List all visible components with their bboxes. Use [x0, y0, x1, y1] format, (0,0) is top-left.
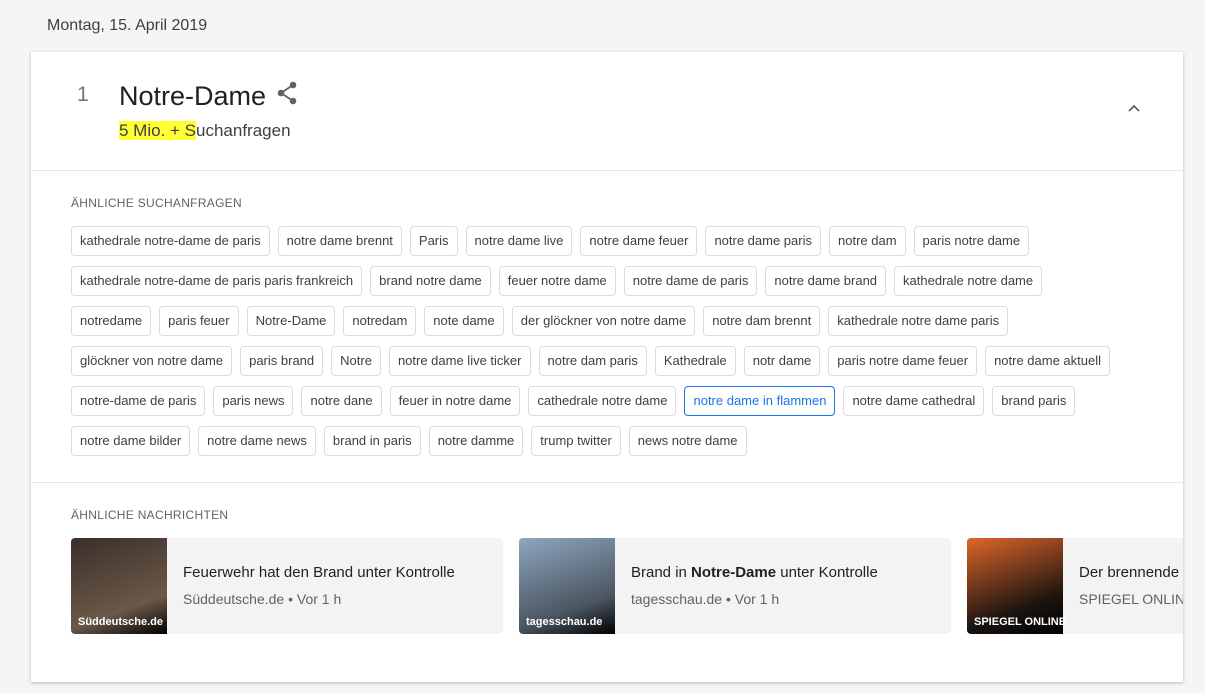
query-chip[interactable]: note dame	[424, 306, 504, 336]
query-chip[interactable]: kathedrale notre-dame de paris	[71, 226, 270, 256]
news-meta: tagesschau.de • Vor 1 h	[631, 591, 780, 607]
query-chip[interactable]: der glöckner von notre dame	[511, 306, 696, 336]
query-chip[interactable]: kathedrale notre-dame de paris paris fra…	[71, 266, 363, 296]
query-chip[interactable]: notre dame paris	[705, 226, 821, 256]
query-chip[interactable]: brand paris	[992, 386, 1076, 416]
query-chip[interactable]: feuer in notre dame	[389, 386, 521, 416]
trend-card: 1 Notre-Dame 5 Mio. + Suchanfragen ÄHNLI…	[31, 52, 1183, 682]
news-card[interactable]: tagesschau.de Brand in Notre-Dame unter K…	[519, 538, 951, 634]
query-chip[interactable]: notre dam	[829, 226, 906, 256]
query-chip[interactable]: paris notre dame	[913, 226, 1030, 256]
thumbnail-source: tagesschau.de	[526, 616, 603, 628]
query-chip[interactable]: notre dame brand	[765, 266, 887, 296]
query-chip[interactable]: notre dame in flammen	[684, 386, 836, 416]
date-heading: Montag, 15. April 2019	[47, 17, 208, 34]
chevron-up-icon[interactable]	[1127, 100, 1141, 118]
query-chip[interactable]: notre dame live ticker	[388, 346, 531, 376]
chip-row: notre-dame de paris paris news notre dane f…	[71, 386, 1110, 416]
chip-row: notredame paris feuer Notre-Dame notredam no…	[71, 306, 1110, 336]
query-chip[interactable]: notre dame cathedral	[843, 386, 985, 416]
related-queries-list: kathedrale notre-dame de paris notre dame…	[71, 226, 1111, 466]
query-chip[interactable]: Notre-Dame	[246, 306, 336, 336]
chip-row: kathedrale notre-dame de paris notre dame…	[71, 226, 1110, 256]
news-meta: Süddeutsche.de • Vor 1 h	[183, 591, 342, 607]
chip-row: kathedrale notre-dame de paris paris fra…	[71, 266, 1110, 296]
query-chip[interactable]: notre dame feuer	[580, 226, 698, 256]
news-title[interactable]: Feuerwehr hat den Brand unter Kontrolle	[183, 564, 455, 581]
trend-rank: 1	[77, 83, 89, 106]
query-chip[interactable]: notre dame bilder	[71, 426, 191, 456]
query-chip[interactable]: notre damme	[428, 426, 524, 456]
trend-header[interactable]: 1 Notre-Dame 5 Mio. + Suchanfragen	[31, 52, 1183, 171]
chip-row: notre dame bilder notre dame news brand in…	[71, 426, 1110, 456]
news-thumbnail: SPIEGEL ONLINE	[967, 538, 1067, 634]
news-thumbnail: Süddeutsche.de	[71, 538, 167, 634]
share-icon[interactable]	[276, 81, 298, 112]
query-chip[interactable]: notre dame news	[198, 426, 316, 456]
query-chip[interactable]: Notre	[331, 346, 381, 376]
query-chip[interactable]: notre dam brennt	[703, 306, 821, 336]
query-chip[interactable]: glöckner von notre dame	[71, 346, 233, 376]
chip-row: glöckner von notre dame paris brand Notre n…	[71, 346, 1111, 376]
query-chip[interactable]: paris news	[213, 386, 294, 416]
query-chip[interactable]: notre dame aktuell	[985, 346, 1111, 376]
search-volume: 5 Mio. + Suchanfragen	[119, 121, 291, 140]
query-chip[interactable]: Kathedrale	[654, 346, 736, 376]
news-card[interactable]: Süddeutsche.de Feuerwehr hat den Brand un…	[71, 538, 503, 634]
thumbnail-source: Süddeutsche.de	[78, 616, 163, 628]
query-chip[interactable]: notr dame	[743, 346, 821, 376]
news-thumbnail: tagesschau.de	[519, 538, 615, 634]
query-chip[interactable]: trump twitter	[531, 426, 621, 456]
query-chip[interactable]: Paris	[409, 226, 458, 256]
thumbnail-source: SPIEGEL ONLINE	[974, 616, 1067, 628]
query-chip[interactable]: notre dame de paris	[623, 266, 758, 296]
title-part: Der brennende K	[1079, 564, 1183, 581]
query-chip[interactable]: paris notre dame feuer	[828, 346, 978, 376]
query-chip[interactable]: brand notre dame	[370, 266, 491, 296]
news-card[interactable]: SPIEGEL ONLINE Der brennende K SPIEGEL ONL…	[967, 538, 1183, 634]
related-news-list: Süddeutsche.de Feuerwehr hat den Brand un…	[71, 538, 1183, 634]
news-title[interactable]: Brand in Notre-Dame unter Kontrolle	[631, 564, 878, 581]
title-part: Notre-Dame	[691, 564, 777, 581]
query-chip[interactable]: notre dame brennt	[277, 226, 402, 256]
query-chip[interactable]: news notre dame	[628, 426, 747, 456]
query-chip[interactable]: brand in paris	[323, 426, 421, 456]
query-chip[interactable]: notre dane	[301, 386, 382, 416]
query-chip[interactable]: kathedrale notre dame	[894, 266, 1043, 296]
related-queries-label: ÄHNLICHE SUCHANFRAGEN	[71, 196, 242, 210]
query-chip[interactable]: paris feuer	[159, 306, 239, 336]
query-chip[interactable]: kathedrale notre dame paris	[828, 306, 1009, 336]
trend-title-text: Notre-Dame	[119, 81, 267, 111]
divider	[31, 482, 1183, 483]
title-part: unter Kontrolle	[776, 564, 878, 581]
title-part: Brand in	[631, 564, 692, 581]
query-chip[interactable]: cathedrale notre dame	[528, 386, 677, 416]
query-chip[interactable]: notre dam paris	[538, 346, 647, 376]
news-meta: SPIEGEL ONLINE	[1079, 591, 1183, 607]
query-chip[interactable]: notredam	[343, 306, 417, 336]
query-chip[interactable]: paris brand	[240, 346, 324, 376]
related-news-label: ÄHNLICHE NACHRICHTEN	[71, 508, 229, 522]
title-part: Feuerwehr hat den Brand unter Kontrolle	[183, 564, 455, 581]
query-chip[interactable]: feuer notre dame	[498, 266, 616, 296]
trend-title: Notre-Dame	[119, 81, 298, 112]
query-chip[interactable]: notredame	[71, 306, 152, 336]
query-chip[interactable]: notre dame live	[465, 226, 573, 256]
news-title[interactable]: Der brennende K	[1079, 564, 1183, 581]
query-chip[interactable]: notre-dame de paris	[71, 386, 206, 416]
